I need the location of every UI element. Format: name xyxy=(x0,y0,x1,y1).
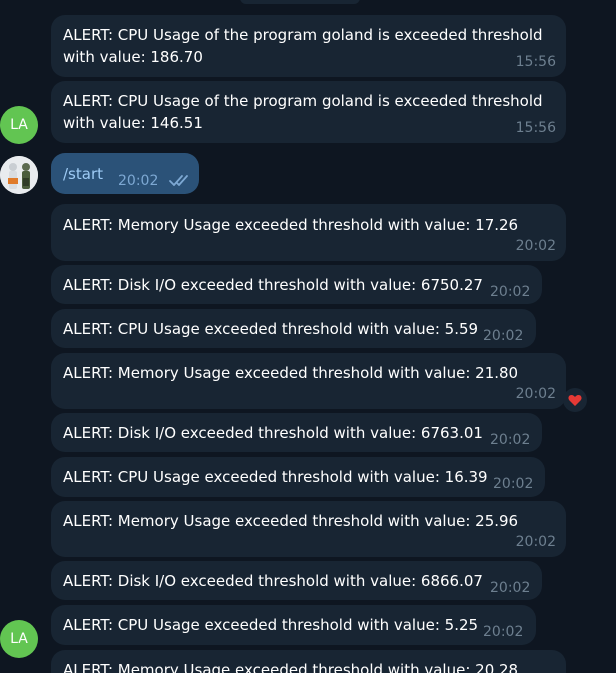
message-text: ALERT: CPU Usage exceeded threshold with… xyxy=(63,468,488,486)
message-bubble[interactable]: ALERT: CPU Usage exceeded threshold with… xyxy=(51,605,536,645)
user-photo-icon xyxy=(0,156,38,194)
message-text: ALERT: CPU Usage exceeded threshold with… xyxy=(63,320,479,338)
chat-history[interactable]: ALERT: CPU Usage of the program goland i… xyxy=(0,0,616,673)
message-bubble[interactable]: ALERT: Disk I/O exceeded threshold with … xyxy=(51,561,542,600)
message-bubble[interactable]: ALERT: CPU Usage of the program goland i… xyxy=(51,81,566,143)
previous-message-edge xyxy=(240,0,360,4)
outgoing-message-bubble[interactable]: /start 20:02 xyxy=(51,153,199,194)
heart-icon xyxy=(568,394,582,406)
message-time: 20:02 xyxy=(490,432,531,448)
message-bubble[interactable]: ALERT: Memory Usage exceeded threshold w… xyxy=(51,353,566,409)
message-text: ALERT: Disk I/O exceeded threshold with … xyxy=(63,572,483,590)
avatar-la[interactable]: LA xyxy=(0,620,38,658)
message-bubble[interactable]: ALERT: CPU Usage of the program goland i… xyxy=(51,15,566,77)
message-time: 20:02 xyxy=(483,624,524,640)
message-time: 20:02 xyxy=(118,173,159,189)
message-time: 20:02 xyxy=(515,534,556,550)
message-text: ALERT: Disk I/O exceeded threshold with … xyxy=(63,424,483,442)
message-time: 20:02 xyxy=(483,328,524,344)
message-text: ALERT: CPU Usage of the program goland i… xyxy=(63,26,543,44)
message-bubble[interactable]: ALERT: Memory Usage exceeded threshold w… xyxy=(51,650,566,673)
double-check-icon xyxy=(169,175,188,186)
message-text: /start xyxy=(63,165,103,183)
message-text: ALERT: CPU Usage exceeded threshold with… xyxy=(63,616,479,634)
message-time: 15:56 xyxy=(515,54,556,70)
user-avatar[interactable] xyxy=(0,156,38,194)
message-bubble[interactable]: ALERT: Disk I/O exceeded threshold with … xyxy=(51,265,542,304)
message-text-line-2: with value: 186.70 xyxy=(63,48,203,66)
message-text: ALERT: Memory Usage exceeded threshold w… xyxy=(63,216,519,234)
message-time: 15:56 xyxy=(515,120,556,136)
message-text: ALERT: Disk I/O exceeded threshold with … xyxy=(63,276,483,294)
message-text: ALERT: Memory Usage exceeded threshold w… xyxy=(63,364,519,382)
message-time: 20:02 xyxy=(490,284,531,300)
message-text: ALERT: CPU Usage of the program goland i… xyxy=(63,92,543,110)
avatar-la[interactable]: LA xyxy=(0,106,38,144)
message-text: ALERT: Memory Usage exceeded threshold w… xyxy=(63,661,519,673)
message-bubble[interactable]: ALERT: Memory Usage exceeded threshold w… xyxy=(51,204,566,261)
message-text: ALERT: Memory Usage exceeded threshold w… xyxy=(63,512,519,530)
reaction-badge[interactable] xyxy=(563,388,587,412)
message-time: 20:02 xyxy=(493,476,534,492)
message-time: 20:02 xyxy=(515,386,556,402)
message-bubble[interactable]: ALERT: Memory Usage exceeded threshold w… xyxy=(51,501,566,557)
message-text-line-2: with value: 146.51 xyxy=(63,114,203,132)
message-bubble[interactable]: ALERT: Disk I/O exceeded threshold with … xyxy=(51,413,542,452)
message-bubble[interactable]: ALERT: CPU Usage exceeded threshold with… xyxy=(51,457,545,497)
message-time: 20:02 xyxy=(490,580,531,596)
message-bubble[interactable]: ALERT: CPU Usage exceeded threshold with… xyxy=(51,309,536,348)
message-time: 20:02 xyxy=(515,238,556,254)
